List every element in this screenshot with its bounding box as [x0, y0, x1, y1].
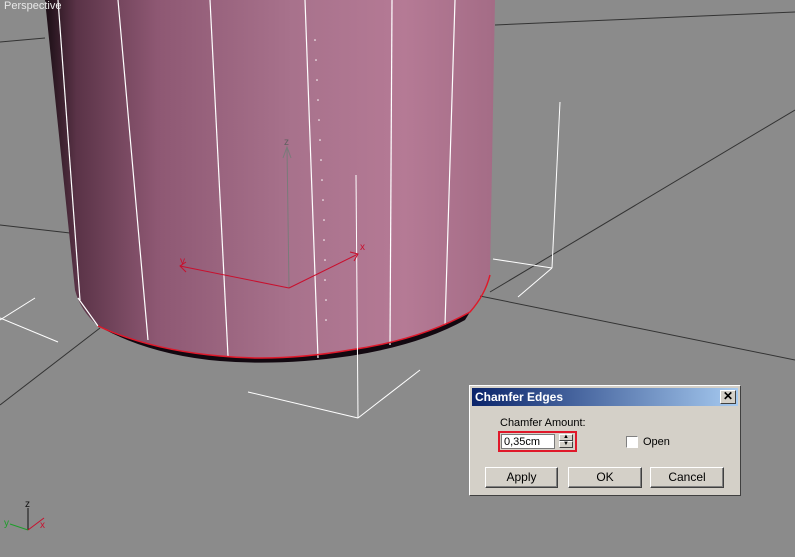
world-x-label: x: [40, 520, 45, 531]
ok-button[interactable]: OK: [568, 467, 642, 488]
chamfer-amount-label: Chamfer Amount:: [500, 417, 586, 429]
world-axis-tripod: z y x: [4, 499, 45, 531]
chamfer-amount-input[interactable]: [501, 434, 555, 449]
open-checkbox[interactable]: [626, 436, 638, 448]
chamfer-edges-dialog: Chamfer Edges ✕ Chamfer Amount: ▲ ▼ Open…: [469, 385, 741, 496]
spinner-up-icon[interactable]: ▲: [559, 434, 573, 441]
spinner-down-icon[interactable]: ▼: [559, 441, 573, 448]
world-z-label: z: [25, 499, 30, 510]
gizmo-y-label: y: [180, 256, 185, 267]
open-label: Open: [643, 436, 670, 448]
apply-button[interactable]: Apply: [485, 467, 558, 488]
viewport-label[interactable]: Perspective: [4, 0, 61, 12]
dialog-titlebar[interactable]: Chamfer Edges ✕: [472, 388, 738, 406]
world-y-label: y: [4, 518, 9, 529]
dialog-title: Chamfer Edges: [475, 390, 564, 404]
gizmo-z-label: z: [284, 137, 289, 148]
close-icon: ✕: [722, 389, 734, 403]
gizmo-x-label: x: [360, 242, 365, 253]
amount-spinner[interactable]: ▲ ▼: [559, 434, 573, 449]
cylinder-mesh: [45, 0, 495, 358]
cancel-button[interactable]: Cancel: [650, 467, 724, 488]
close-button[interactable]: ✕: [720, 390, 736, 404]
